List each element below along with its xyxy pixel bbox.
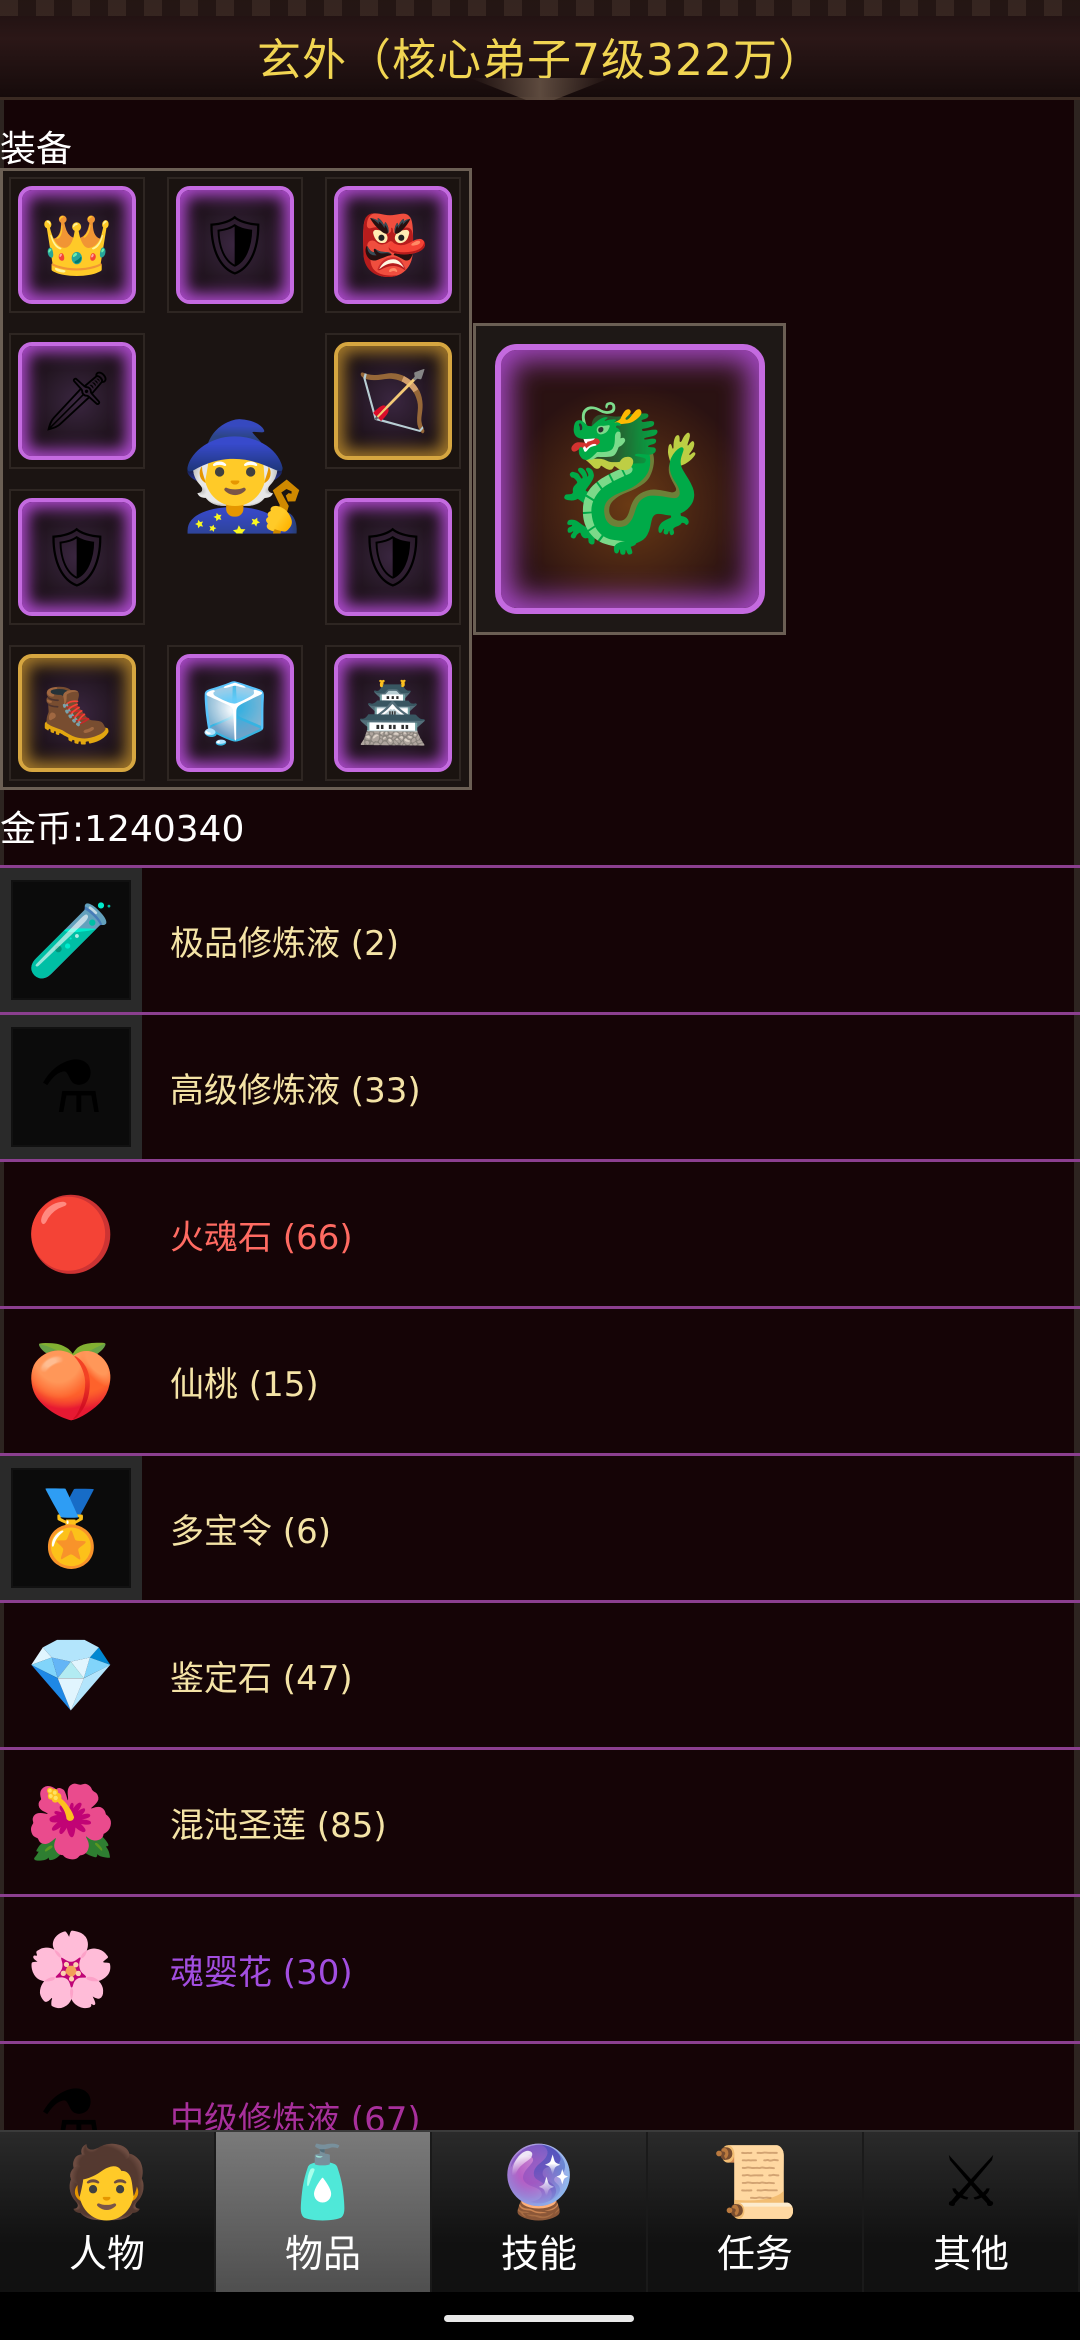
mount-icon: 🐉 (494, 344, 765, 614)
list-item[interactable]: 🧪 极品修炼液 (2) (0, 865, 1080, 1012)
item-name: 鉴定石 (47) (170, 1658, 353, 1699)
mount-slot[interactable]: 🐉 (473, 323, 786, 635)
tab-character[interactable]: 🧑 人物 (0, 2132, 216, 2292)
token-icon: 🏅 (11, 1468, 131, 1588)
potion-blue-icon: 🧪 (11, 880, 131, 1000)
list-item[interactable]: 🌸 魂婴花 (30) (0, 1894, 1080, 2041)
equip-slot-shield-right[interactable]: 🛡 (325, 489, 461, 625)
item-name: 火魂石 (66) (170, 1217, 353, 1258)
home-indicator[interactable] (444, 2315, 634, 2322)
title-ornament (470, 78, 610, 100)
shield-right-icon: 🛡 (356, 523, 430, 591)
list-item[interactable]: 🌺 混沌圣莲 (85) (0, 1747, 1080, 1894)
pagoda-icon: 🏯 (356, 679, 430, 747)
tab-skills[interactable]: 🔮 技能 (432, 2132, 648, 2292)
bow-icon: 🏹 (356, 367, 430, 435)
mask-icon: 👺 (356, 211, 430, 279)
equip-slot-pagoda[interactable]: 🏯 (325, 645, 461, 781)
helmet-icon: 👑 (40, 211, 114, 279)
leggings-icon: 🧊 (198, 679, 272, 747)
boots-icon: 🥾 (40, 679, 114, 747)
gold-balance: 金币:1240340 (0, 809, 245, 850)
weapon-icon: 🗡 (40, 367, 114, 435)
armor-icon: 🛡 (198, 211, 272, 279)
tab-items[interactable]: 🧴 物品 (216, 2132, 432, 2292)
item-name: 多宝令 (6) (170, 1511, 331, 1552)
list-item[interactable]: 🔴 火魂石 (66) (0, 1159, 1080, 1306)
list-item[interactable]: 🍑 仙桃 (15) (0, 1306, 1080, 1453)
equip-slot-helmet[interactable]: 👑 (9, 177, 145, 313)
list-item[interactable]: 💎 鉴定石 (47) (0, 1600, 1080, 1747)
skill-icon: 🔮 (495, 2141, 583, 2223)
item-name: 高级修炼液 (33) (170, 1070, 421, 1111)
equip-slot-weapon[interactable]: 🗡 (9, 333, 145, 469)
tab-label: 物品 (284, 2232, 361, 2276)
items-icon: 🧴 (279, 2141, 367, 2223)
item-name: 魂婴花 (30) (170, 1952, 353, 1993)
character-icon: 🧑 (63, 2141, 151, 2223)
other-icon: ⚔ (939, 2141, 1003, 2223)
tab-other[interactable]: ⚔ 其他 (864, 2132, 1080, 2292)
list-item[interactable]: ⚗ 高级修炼液 (33) (0, 1012, 1080, 1159)
peach-icon: 🍑 (26, 1338, 116, 1423)
tab-quests[interactable]: 📜 任务 (648, 2132, 864, 2292)
equip-slot-bow[interactable]: 🏹 (325, 333, 461, 469)
quest-icon: 📜 (711, 2141, 799, 2223)
flower-icon: 🌸 (26, 1926, 116, 2011)
tab-label: 任务 (716, 2232, 793, 2276)
tab-label: 其他 (932, 2232, 1009, 2276)
item-list: 🧪 极品修炼液 (2) ⚗ 高级修炼液 (33) 🔴 火魂石 (66) 🍑 仙桃… (0, 865, 1080, 2188)
potion-winged-icon: ⚗ (11, 1027, 131, 1147)
gem-icon: 💎 (26, 1632, 116, 1717)
fire-stone-icon: 🔴 (26, 1191, 116, 1276)
bottom-nav: 🧑 人物 🧴 物品 🔮 技能 📜 任务 ⚔ 其他 (0, 2130, 1080, 2292)
tab-label: 人物 (68, 2232, 145, 2276)
character-avatar[interactable]: 🧙 (178, 391, 308, 561)
equip-slot-armor[interactable]: 🛡 (167, 177, 303, 313)
equipment-panel: 👑 🛡 👺 🗡 🏹 🛡 🛡 🥾 🧊 🏯 🧙 (0, 168, 472, 790)
shield-left-icon: 🛡 (40, 523, 114, 591)
lotus-icon: 🌺 (26, 1779, 116, 1864)
item-name: 极品修炼液 (2) (170, 923, 399, 964)
list-item[interactable]: 🏅 多宝令 (6) (0, 1453, 1080, 1600)
tab-label: 技能 (500, 2232, 577, 2276)
equip-slot-leggings[interactable]: 🧊 (167, 645, 303, 781)
equip-slot-shield-left[interactable]: 🛡 (9, 489, 145, 625)
equip-slot-mask[interactable]: 👺 (325, 177, 461, 313)
equip-slot-boots[interactable]: 🥾 (9, 645, 145, 781)
item-name: 仙桃 (15) (170, 1364, 319, 1405)
title-bar: 玄外（核心弟子7级322万） (0, 0, 1080, 100)
equipment-label: 装备 (0, 129, 73, 170)
item-name: 混沌圣莲 (85) (170, 1805, 387, 1846)
